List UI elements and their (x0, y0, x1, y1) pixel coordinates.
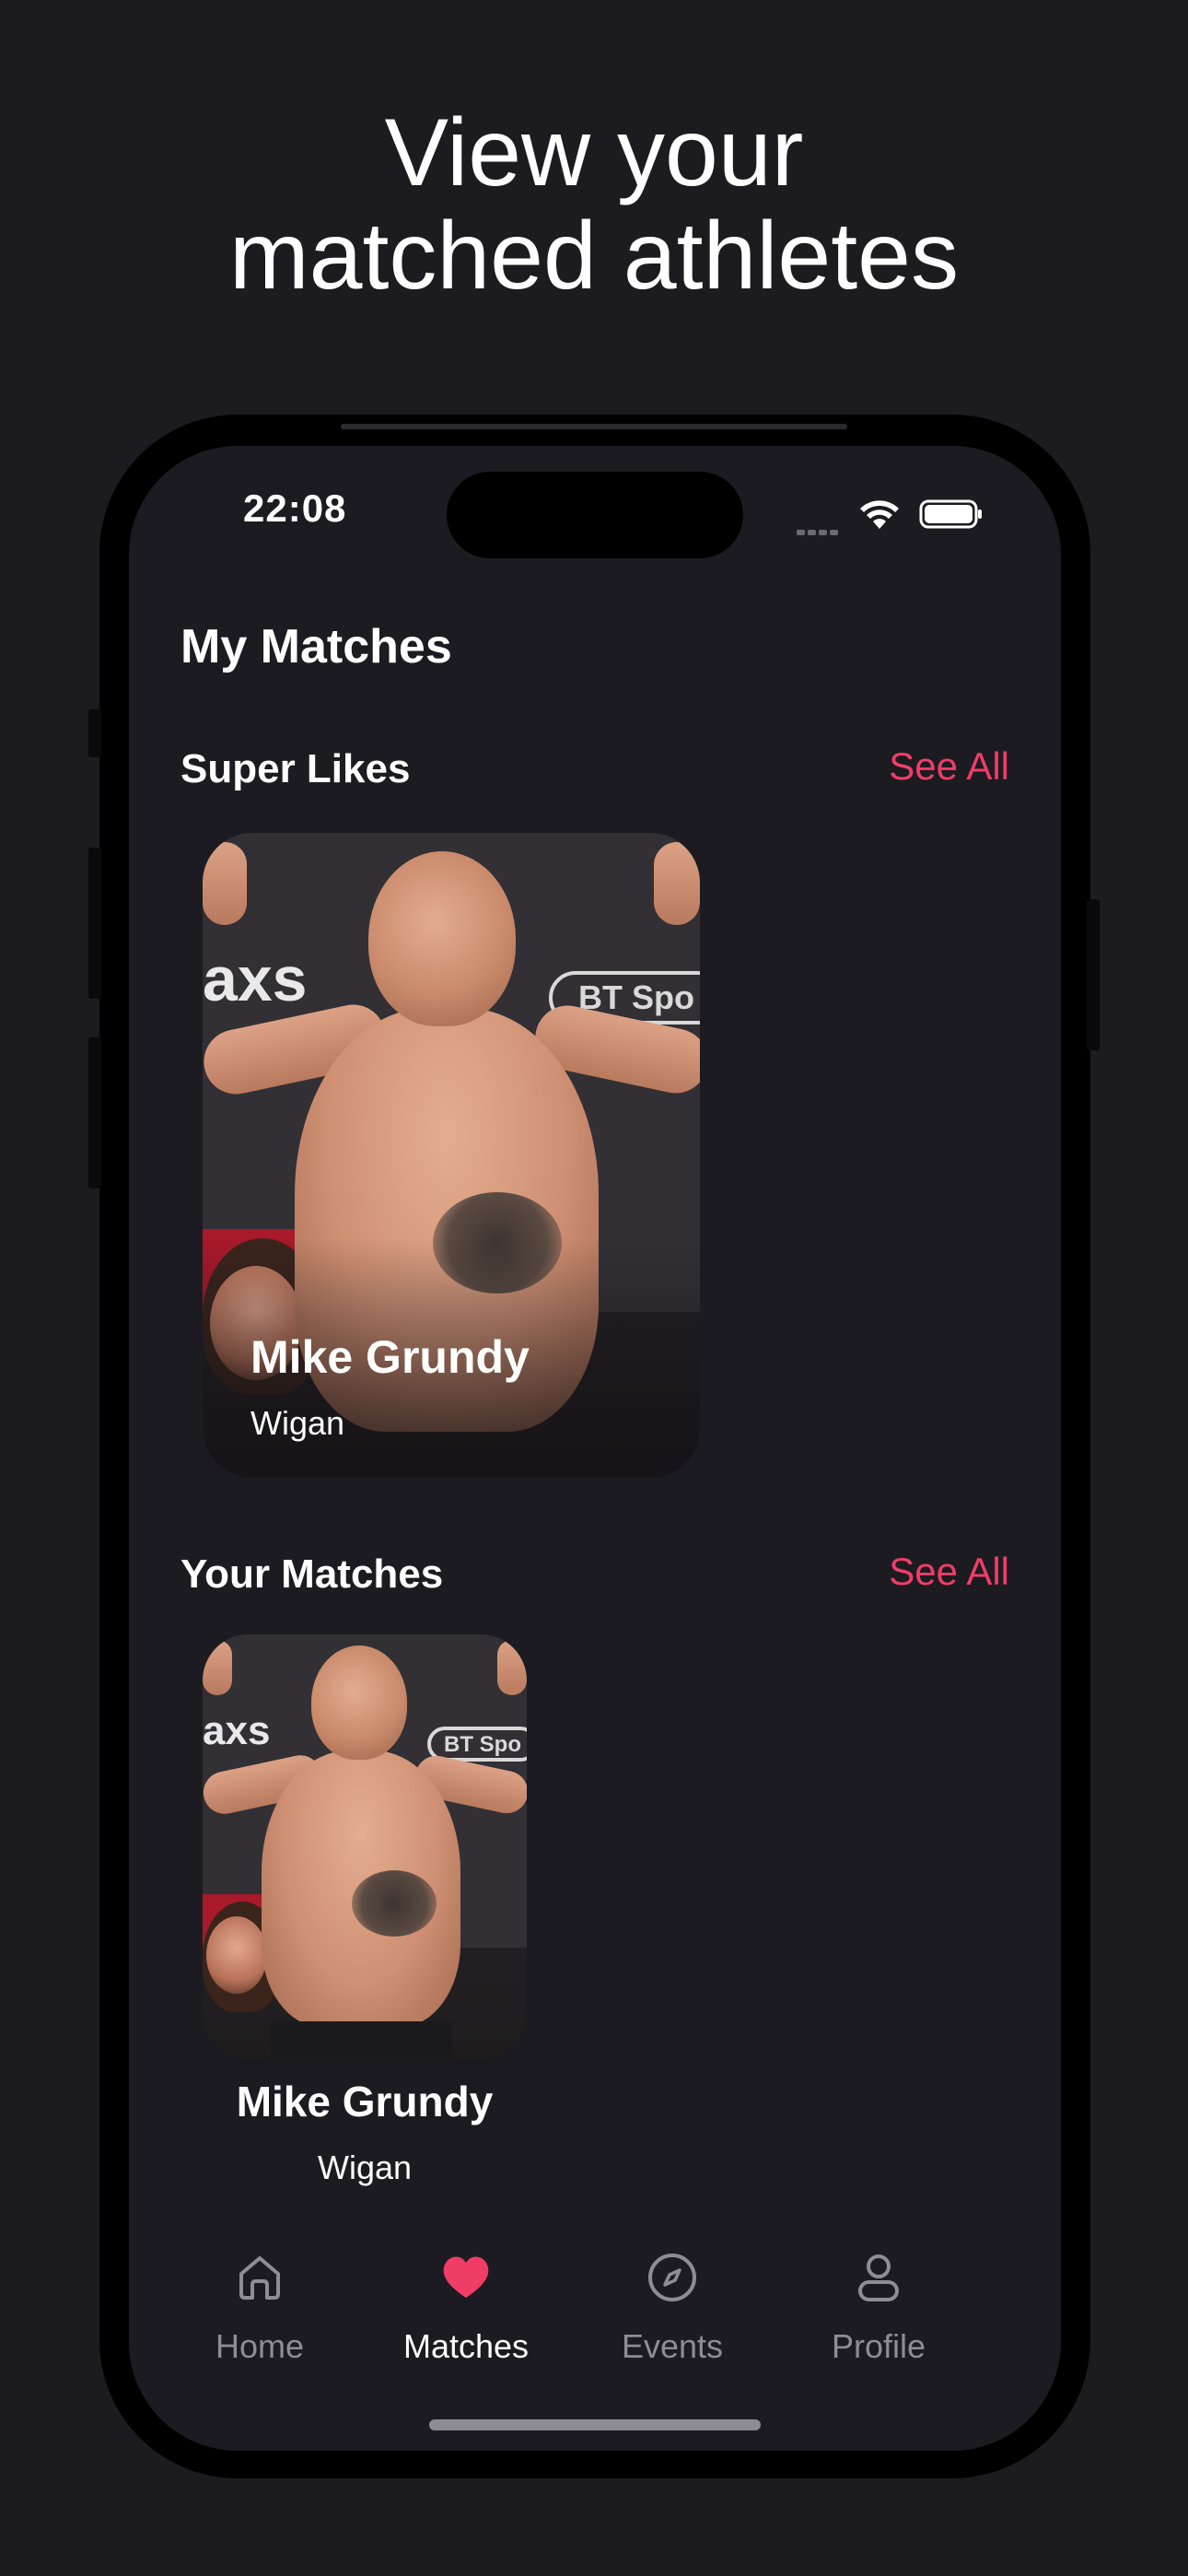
heart-icon (443, 2256, 489, 2298)
compass-icon (648, 2254, 696, 2301)
your-matches-title: Your Matches (181, 1551, 444, 1597)
match-city: Wigan (317, 2149, 413, 2186)
tab-events[interactable]: Events (589, 2252, 755, 2381)
tab-profile[interactable]: Profile (796, 2252, 961, 2381)
volume-up-button (88, 848, 101, 999)
athlete-photo (203, 1634, 527, 2058)
volume-down-button (88, 1037, 101, 1188)
headline: View your matched athletes (0, 101, 1188, 308)
phone-top-edge (341, 424, 847, 429)
tab-profile-label: Profile (831, 2327, 926, 2365)
match-card-photo[interactable]: axs BT Spo (203, 1634, 527, 2058)
your-matches-see-all-button[interactable]: See All (889, 1550, 1009, 1594)
super-likes-title: Super Likes (181, 746, 411, 791)
match-name: Mike Grundy (236, 2078, 494, 2125)
super-likes-see-all-button[interactable]: See All (889, 744, 1009, 789)
tab-matches[interactable]: Matches (383, 2252, 549, 2381)
status-time: 22:08 (243, 486, 347, 530)
headline-line-2: matched athletes (228, 203, 960, 310)
super-like-name: Mike Grundy (250, 1331, 530, 1383)
phone-screen: 22:08 My Matches Super Likes See All axs… (129, 446, 1061, 2451)
page-title: My Matches (181, 620, 452, 673)
wifi-icon (860, 500, 899, 529)
home-indicator (429, 2419, 761, 2430)
super-like-card[interactable]: axs BT Spo Mike Grundy Wigan (203, 833, 700, 1478)
battery-icon (919, 499, 982, 529)
home-icon (239, 2256, 280, 2300)
signal-dots-icon (797, 523, 841, 540)
super-like-city: Wigan (250, 1404, 345, 1442)
dynamic-island (447, 472, 743, 558)
tab-home[interactable]: Home (177, 2252, 343, 2381)
power-button (1087, 899, 1100, 1050)
tab-matches-label: Matches (402, 2327, 530, 2365)
silent-switch (88, 709, 101, 757)
headline-line-1: View your (384, 100, 804, 206)
tab-home-label: Home (215, 2327, 305, 2365)
user-icon (858, 2254, 899, 2301)
tab-events-label: Events (621, 2327, 724, 2365)
